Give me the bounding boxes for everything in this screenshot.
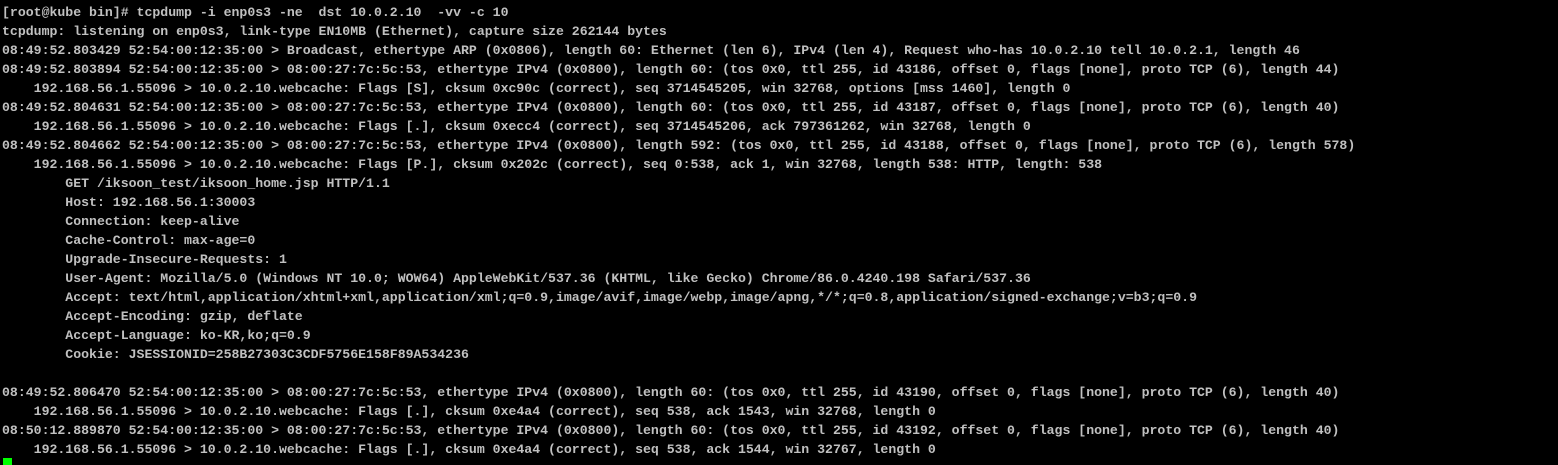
terminal-line: tcpdump: listening on enp0s3, link-type …: [2, 24, 667, 39]
terminal-line: User-Agent: Mozilla/5.0 (Windows NT 10.0…: [2, 271, 1031, 286]
terminal-line: 08:49:52.804631 52:54:00:12:35:00 > 08:0…: [2, 100, 1340, 115]
terminal-line: 192.168.56.1.55096 > 10.0.2.10.webcache:…: [2, 404, 936, 419]
terminal-line: 192.168.56.1.55096 > 10.0.2.10.webcache:…: [2, 81, 1071, 96]
terminal-output: [root@kube bin]# tcpdump -i enp0s3 -ne d…: [2, 3, 1355, 459]
terminal-line: 192.168.56.1.55096 > 10.0.2.10.webcache:…: [2, 442, 936, 457]
terminal-line: GET /iksoon_test/iksoon_home.jsp HTTP/1.…: [2, 176, 390, 191]
terminal-line: [root@kube bin]# tcpdump -i enp0s3 -ne d…: [2, 5, 509, 20]
terminal-line: 08:49:52.806470 52:54:00:12:35:00 > 08:0…: [2, 385, 1340, 400]
terminal-line: 08:49:52.804662 52:54:00:12:35:00 > 08:0…: [2, 138, 1356, 153]
terminal-line: 192.168.56.1.55096 > 10.0.2.10.webcache:…: [2, 119, 1031, 134]
terminal-window[interactable]: [root@kube bin]# tcpdump -i enp0s3 -ne d…: [0, 0, 1558, 465]
terminal-line: Cookie: JSESSIONID=258B27303C3CDF5756E15…: [2, 347, 469, 362]
terminal-line: Connection: keep-alive: [2, 214, 240, 229]
terminal-line: Accept: text/html,application/xhtml+xml,…: [2, 290, 1197, 305]
terminal-line: 192.168.56.1.55096 > 10.0.2.10.webcache:…: [2, 157, 1103, 172]
terminal-cursor: [3, 458, 12, 465]
terminal-line: Cache-Control: max-age=0: [2, 233, 256, 248]
terminal-line: 08:50:12.889870 52:54:00:12:35:00 > 08:0…: [2, 423, 1340, 438]
terminal-line: Host: 192.168.56.1:30003: [2, 195, 256, 210]
terminal-line: Accept-Language: ko-KR,ko;q=0.9: [2, 328, 311, 343]
terminal-line: 08:49:52.803429 52:54:00:12:35:00 > Broa…: [2, 43, 1300, 58]
terminal-line: Accept-Encoding: gzip, deflate: [2, 309, 303, 324]
terminal-line: 08:49:52.803894 52:54:00:12:35:00 > 08:0…: [2, 62, 1340, 77]
terminal-line: Upgrade-Insecure-Requests: 1: [2, 252, 287, 267]
